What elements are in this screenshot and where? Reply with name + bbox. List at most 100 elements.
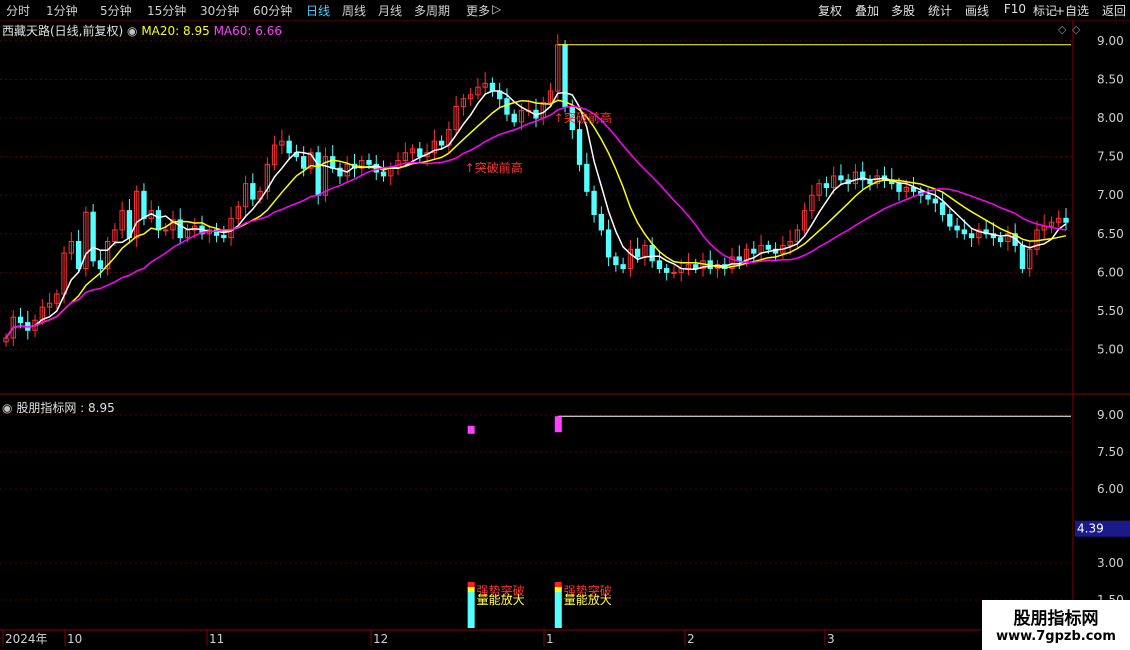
time-tick-label: 2024年 bbox=[5, 632, 48, 646]
tool-button-7[interactable]: +自选 bbox=[1055, 2, 1089, 19]
candle-body bbox=[366, 159, 372, 165]
period-tab-0[interactable]: 分时 bbox=[6, 2, 30, 19]
period-tab-11[interactable]: ▷ bbox=[492, 2, 501, 16]
candle-body bbox=[511, 113, 517, 123]
candle-body bbox=[664, 268, 670, 273]
period-tab-3[interactable]: 15分钟 bbox=[147, 2, 186, 19]
period-tab-8[interactable]: 月线 bbox=[378, 2, 402, 19]
breakout-annotation: ↑突破前高 bbox=[465, 160, 523, 175]
ma60-line bbox=[5, 105, 1067, 339]
candle-body bbox=[221, 234, 227, 239]
period-tab-5[interactable]: 60分钟 bbox=[253, 2, 292, 19]
candle-body bbox=[649, 244, 655, 262]
watermark-title: 股朋指标网 bbox=[1013, 609, 1099, 629]
period-tab-9[interactable]: 多周期 bbox=[414, 2, 450, 19]
candle-body bbox=[751, 248, 757, 254]
price-tick-label: 8.00 bbox=[1097, 111, 1124, 125]
candle-body bbox=[90, 211, 96, 262]
candle-body bbox=[300, 156, 307, 169]
watermark-logo: 股朋指标网 www.7gpzb.com bbox=[982, 600, 1130, 650]
candle-body bbox=[489, 82, 496, 92]
price-tick-label: 6.50 bbox=[1097, 227, 1124, 241]
period-tab-10[interactable]: 更多 bbox=[466, 2, 490, 19]
stock-title: 西藏天路(日线,前复权) bbox=[2, 24, 124, 38]
signal-marker bbox=[554, 416, 562, 433]
price-tick-label: 5.50 bbox=[1097, 304, 1124, 318]
candle-body bbox=[693, 264, 699, 270]
candle-body bbox=[315, 152, 321, 196]
candle-body bbox=[250, 183, 256, 200]
candle-body bbox=[177, 219, 183, 239]
tool-button-0[interactable]: 复权 bbox=[818, 2, 842, 19]
signal-label-volume: 量能放大 bbox=[564, 592, 612, 607]
signal-bar-cyan bbox=[554, 592, 562, 628]
price-tick-label: 5.00 bbox=[1097, 343, 1124, 357]
indicator-settings-icon[interactable]: ◉ bbox=[2, 401, 12, 415]
settings-circle-icon[interactable]: ◉ bbox=[127, 24, 137, 38]
candle-body bbox=[163, 229, 169, 232]
signal-bar-cyan bbox=[467, 592, 475, 628]
candle-body bbox=[417, 148, 423, 158]
candle-body bbox=[141, 190, 147, 219]
candle-body bbox=[576, 129, 583, 165]
candle-body bbox=[932, 198, 938, 204]
price-tick-label: 7.50 bbox=[1097, 150, 1124, 164]
candle-body bbox=[504, 98, 510, 115]
tool-button-4[interactable]: 画线 bbox=[965, 2, 989, 19]
time-tick-label: 2 bbox=[687, 632, 695, 646]
ma60-label: MA60: 6.66 bbox=[213, 24, 282, 38]
signal-marker bbox=[467, 425, 475, 434]
candle-body bbox=[1063, 217, 1069, 223]
candle-body bbox=[823, 183, 830, 188]
diamond-small-icon[interactable]: ◇ bbox=[1058, 23, 1067, 36]
candle-body bbox=[17, 316, 24, 324]
candle-body bbox=[968, 233, 975, 239]
candle-body bbox=[838, 175, 844, 181]
tool-button-2[interactable]: 多股 bbox=[891, 2, 915, 19]
candle-body bbox=[947, 214, 953, 227]
candle-body bbox=[765, 244, 772, 250]
period-tab-1[interactable]: 1分钟 bbox=[46, 2, 78, 19]
indicator-tick-label: 3.00 bbox=[1097, 556, 1124, 570]
indicator-title: 股朋指标网 bbox=[16, 401, 77, 415]
period-tab-6[interactable]: 日线 bbox=[306, 2, 330, 19]
candle-body bbox=[896, 183, 902, 192]
candle-body bbox=[954, 225, 960, 231]
diamond-icon[interactable]: ◇ bbox=[1072, 23, 1081, 36]
signal-bar-yellow bbox=[554, 587, 562, 592]
tool-button-6[interactable]: 标记 bbox=[1033, 2, 1057, 19]
indicator-value: : 8.95 bbox=[80, 401, 115, 415]
indicator-tick-label: 9.00 bbox=[1097, 408, 1124, 422]
price-tick-label: 8.50 bbox=[1097, 72, 1124, 86]
tool-button-8[interactable]: 返回 bbox=[1102, 2, 1126, 19]
tool-button-3[interactable]: 统计 bbox=[928, 2, 952, 19]
ma5-line bbox=[5, 90, 1067, 339]
candle-body bbox=[656, 260, 663, 270]
candle-body bbox=[97, 260, 104, 270]
tool-button-5[interactable]: F10 bbox=[1004, 2, 1026, 16]
signal-bar-red bbox=[467, 582, 475, 587]
candle-body bbox=[380, 171, 387, 177]
candle-body bbox=[613, 256, 619, 266]
time-tick-label: 12 bbox=[373, 632, 388, 646]
candle-body bbox=[620, 264, 626, 270]
period-tab-2[interactable]: 5分钟 bbox=[100, 2, 132, 19]
ma20-line bbox=[5, 99, 1067, 339]
price-tick-label: 6.00 bbox=[1097, 265, 1124, 279]
period-tab-4[interactable]: 30分钟 bbox=[200, 2, 239, 19]
signal-label-volume: 量能放大 bbox=[477, 592, 525, 607]
period-tab-7[interactable]: 周线 bbox=[342, 2, 366, 19]
candle-body bbox=[75, 241, 82, 270]
candle-body bbox=[634, 248, 641, 258]
kline-chart[interactable]: 9.00 8.50 8.00 7.50 7.00 6.50 6.00 5.50 5.00 ◇ ◇ ↑突… bbox=[0, 20, 1130, 650]
indicator-tick-label: 7.50 bbox=[1097, 445, 1124, 459]
breakout-annotation: ↑突破前高 bbox=[554, 110, 612, 125]
candle-body bbox=[330, 156, 336, 169]
candle-body bbox=[939, 202, 946, 216]
tool-button-1[interactable]: 叠加 bbox=[855, 2, 879, 19]
candle-body bbox=[605, 229, 612, 258]
candle-body bbox=[286, 140, 292, 154]
candle-body bbox=[1019, 244, 1026, 270]
indicator-legend: ◉ 股朋指标网 : 8.95 bbox=[2, 399, 115, 416]
indicator-tick-label: 6.00 bbox=[1097, 482, 1124, 496]
